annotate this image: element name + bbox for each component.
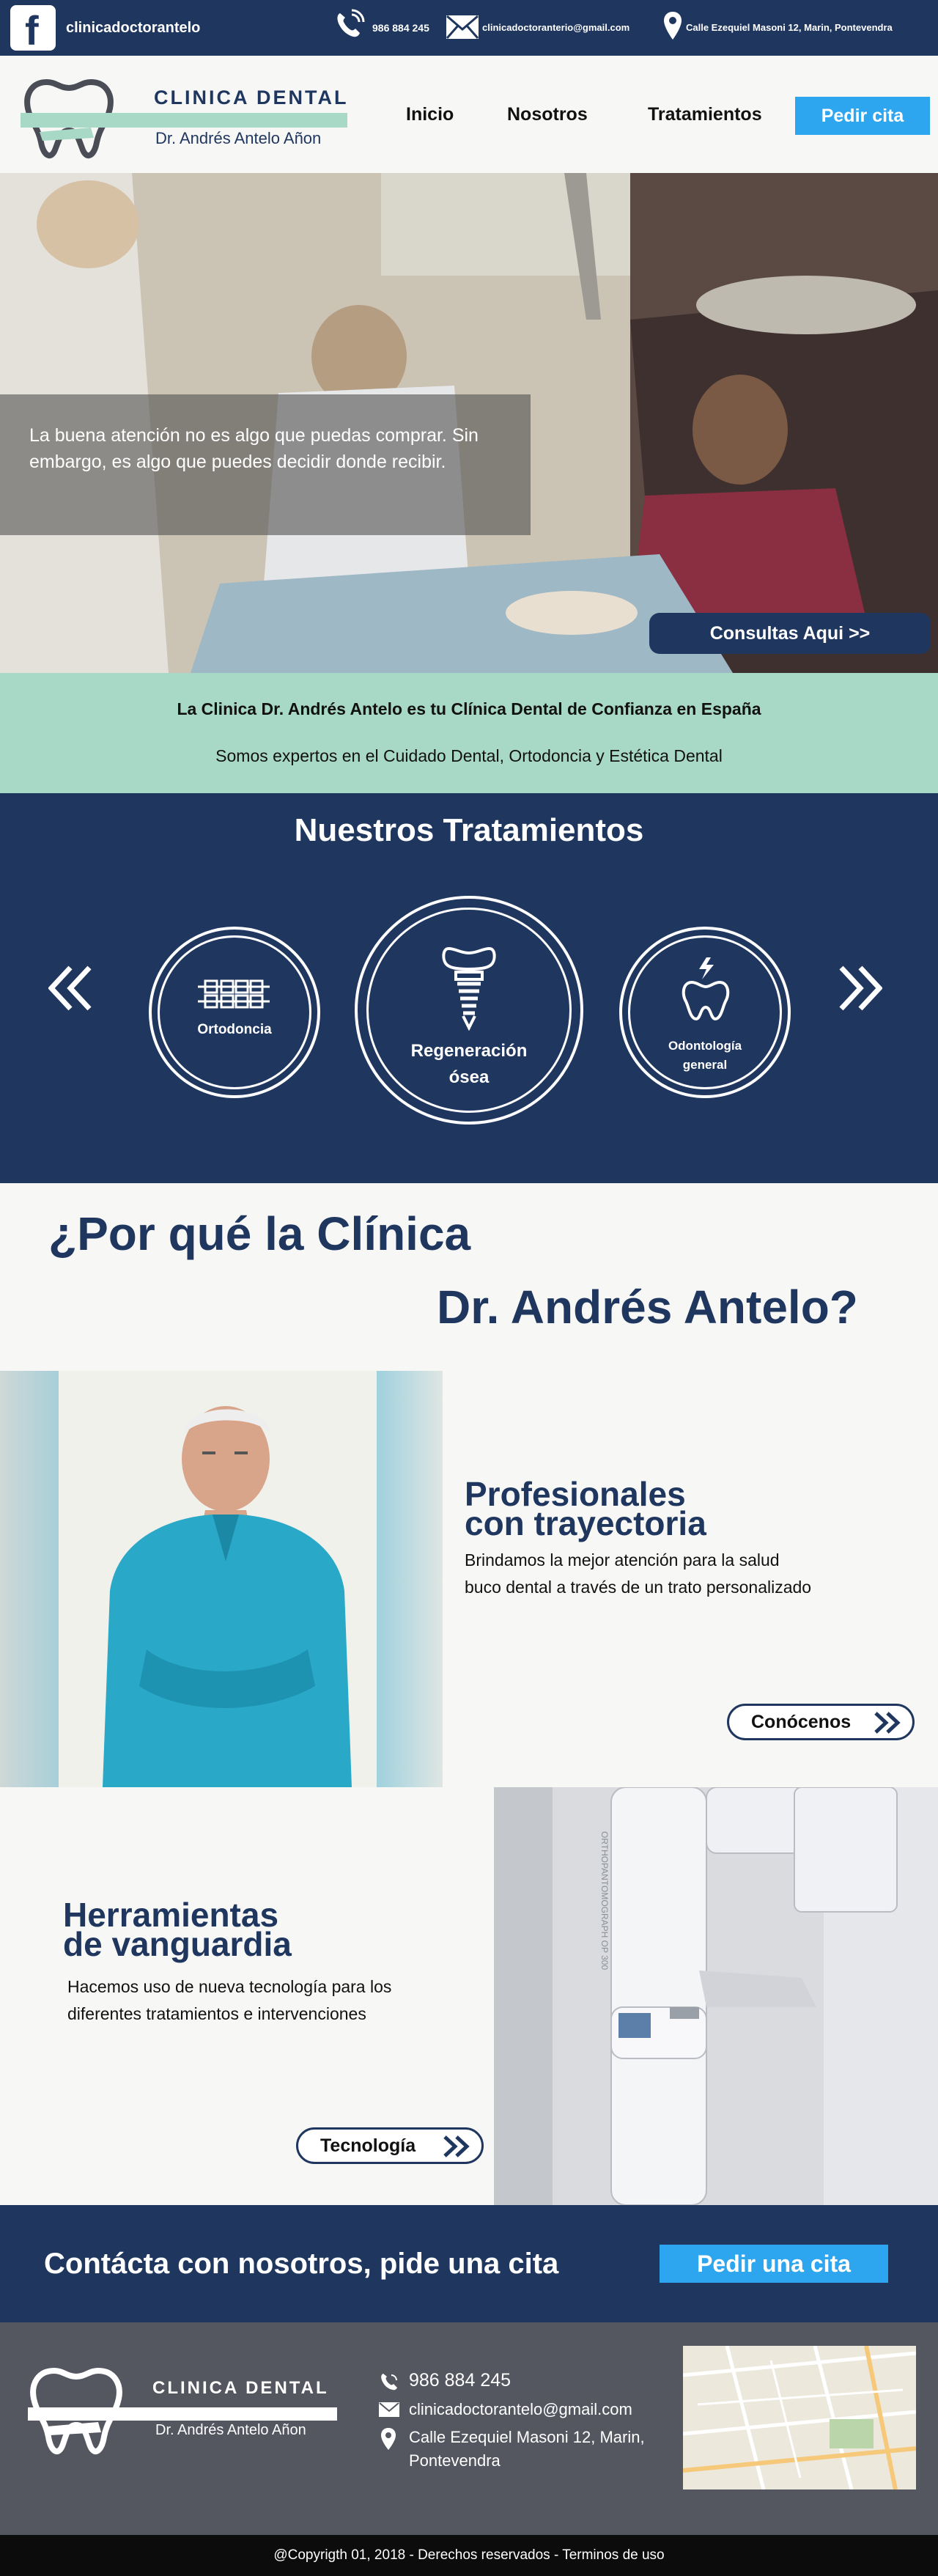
page: f clinicadoctorantelo 986 884 245 clinic…: [0, 0, 938, 2576]
footer-address-line2: Pontevendra: [409, 2451, 501, 2470]
professionals-title-line2: con trayectoria: [465, 1504, 706, 1542]
logo-clinic-name: CLINICA DENTAL: [154, 87, 349, 108]
consultas-button[interactable]: Consultas Aqui >>: [649, 613, 931, 654]
footer-brand-doctor: Dr. Andrés Antelo Añon: [155, 2422, 306, 2438]
doctor-photo-blur-left: [0, 1371, 59, 1787]
treatment-label-ortodoncia: Ortodoncia: [197, 1022, 272, 1037]
doctor-photo-blur-right: [377, 1371, 443, 1787]
nav-nosotros[interactable]: Nosotros: [507, 56, 588, 173]
xray-machine-label: ORTHOPANTOMOGRAPH OP 300: [599, 1831, 610, 1970]
tools-title-line2: de vanguardia: [63, 1925, 292, 1963]
site-header: CLINICA DENTAL Dr. Andrés Antelo Añon In…: [0, 56, 938, 173]
tooth-pain-icon: [682, 957, 730, 1021]
treatment-label-regeneracion: Regeneración ósea: [355, 1038, 583, 1091]
double-chevron-right-icon: [874, 1712, 901, 1734]
mail-icon: [446, 15, 479, 39]
topbar-address: Calle Ezequiel Masoni 12, Marin, Ponteve…: [686, 22, 893, 33]
footer-brand-name: CLINICA DENTAL: [152, 2378, 329, 2398]
treatments-section: Nuestros Tratamientos Ortodoncia Regener…: [0, 793, 938, 1183]
treatment-label-odontologia: Odontología general: [668, 1039, 742, 1072]
footer-email[interactable]: clinicadoctorantelo@gmail.com: [409, 2399, 632, 2421]
why-title-line2: Dr. Andrés Antelo?: [437, 1281, 858, 1333]
hero-quote-text: La buena atención no es algo que puedas …: [29, 425, 479, 472]
nav-tratamientos[interactable]: Tratamientos: [648, 56, 762, 173]
topbar-phone[interactable]: 986 884 245: [372, 0, 429, 56]
dental-implant-icon: [442, 946, 496, 1031]
intro-band: La Clinica Dr. Andrés Antelo es tu Clíni…: [0, 673, 938, 793]
tools-title: Herramientas de vanguardia: [63, 1898, 292, 1963]
treatment-card-ortodoncia-ring: [158, 935, 311, 1089]
professionals-title: Profesionales con trayectoria: [465, 1477, 706, 1542]
tecnologia-button-label: Tecnología: [320, 2135, 416, 2156]
map-streets: [683, 2346, 916, 2489]
xray-machine-photo: ORTHOPANTOMOGRAPH OP 300: [494, 1787, 938, 2205]
carousel-next-icon[interactable]: [837, 965, 882, 1012]
tools-body: Hacemos uso de nueva tecnología para los…: [67, 1977, 392, 2023]
topbar-email[interactable]: clinicadoctoranterio@gmail.com: [482, 0, 629, 56]
facebook-handle[interactable]: clinicadoctorantelo: [66, 0, 200, 56]
pedir-cita-button[interactable]: Pedir cita: [795, 97, 930, 135]
clinic-logo[interactable]: [18, 69, 352, 164]
conocenos-button[interactable]: Conócenos: [727, 1704, 915, 1740]
top-bar: f clinicadoctorantelo 986 884 245 clinic…: [0, 0, 938, 56]
intro-headline: La Clinica Dr. Andrés Antelo es tu Clíni…: [177, 699, 761, 718]
footer-address-line1: Calle Ezequiel Masoni 12, Marin,: [409, 2428, 645, 2446]
tecnologia-button[interactable]: Tecnología: [296, 2127, 484, 2164]
intro-subline: Somos expertos en el Cuidado Dental, Ort…: [215, 746, 723, 765]
pedir-una-cita-button[interactable]: Pedir una cita: [660, 2245, 888, 2283]
hero-quote-box: La buena atención no es algo que puedas …: [0, 394, 531, 535]
phone-icon: [381, 2374, 397, 2391]
phone-icon: [337, 9, 365, 37]
nav-inicio[interactable]: Inicio: [406, 56, 454, 173]
doctor-photo: [0, 1371, 443, 1787]
braces-icon: [198, 979, 270, 1009]
copyright-bar: @Copyrigth 01, 2018 - Derechos reservado…: [0, 2535, 938, 2576]
mail-icon: [379, 2402, 399, 2417]
conocenos-button-label: Conócenos: [751, 1712, 852, 1732]
doctor-figure: [103, 1406, 352, 1787]
double-chevron-right-icon: [443, 2135, 470, 2157]
logo-doctor-name: Dr. Andrés Antelo Añon: [155, 129, 322, 147]
professionals-body: Brindamos la mejor atención para la salu…: [465, 1550, 812, 1597]
hero-banner: La buena atención no es algo que puedas …: [0, 173, 938, 673]
location-pin-icon: [664, 12, 682, 40]
contact-band: Contácta con nosotros, pide una cita Ped…: [0, 2205, 938, 2322]
treatment-label-regeneracion-text: Regeneración ósea: [410, 1041, 528, 1087]
location-pin-icon: [381, 2428, 396, 2450]
footer-phone[interactable]: 986 884 245: [409, 2369, 511, 2391]
footer: CLINICA DENTAL Dr. Andrés Antelo Añon 98…: [0, 2322, 938, 2535]
xray-machine-figure: [494, 1787, 938, 2205]
carousel-prev-icon[interactable]: [48, 965, 94, 1012]
contact-text: Contácta con nosotros, pide una cita: [44, 2248, 559, 2280]
why-title-line1: ¿Por qué la Clínica: [48, 1207, 471, 1260]
location-map[interactable]: [683, 2346, 916, 2489]
treatments-title: Nuestros Tratamientos: [294, 812, 644, 848]
facebook-icon[interactable]: f: [10, 5, 56, 54]
